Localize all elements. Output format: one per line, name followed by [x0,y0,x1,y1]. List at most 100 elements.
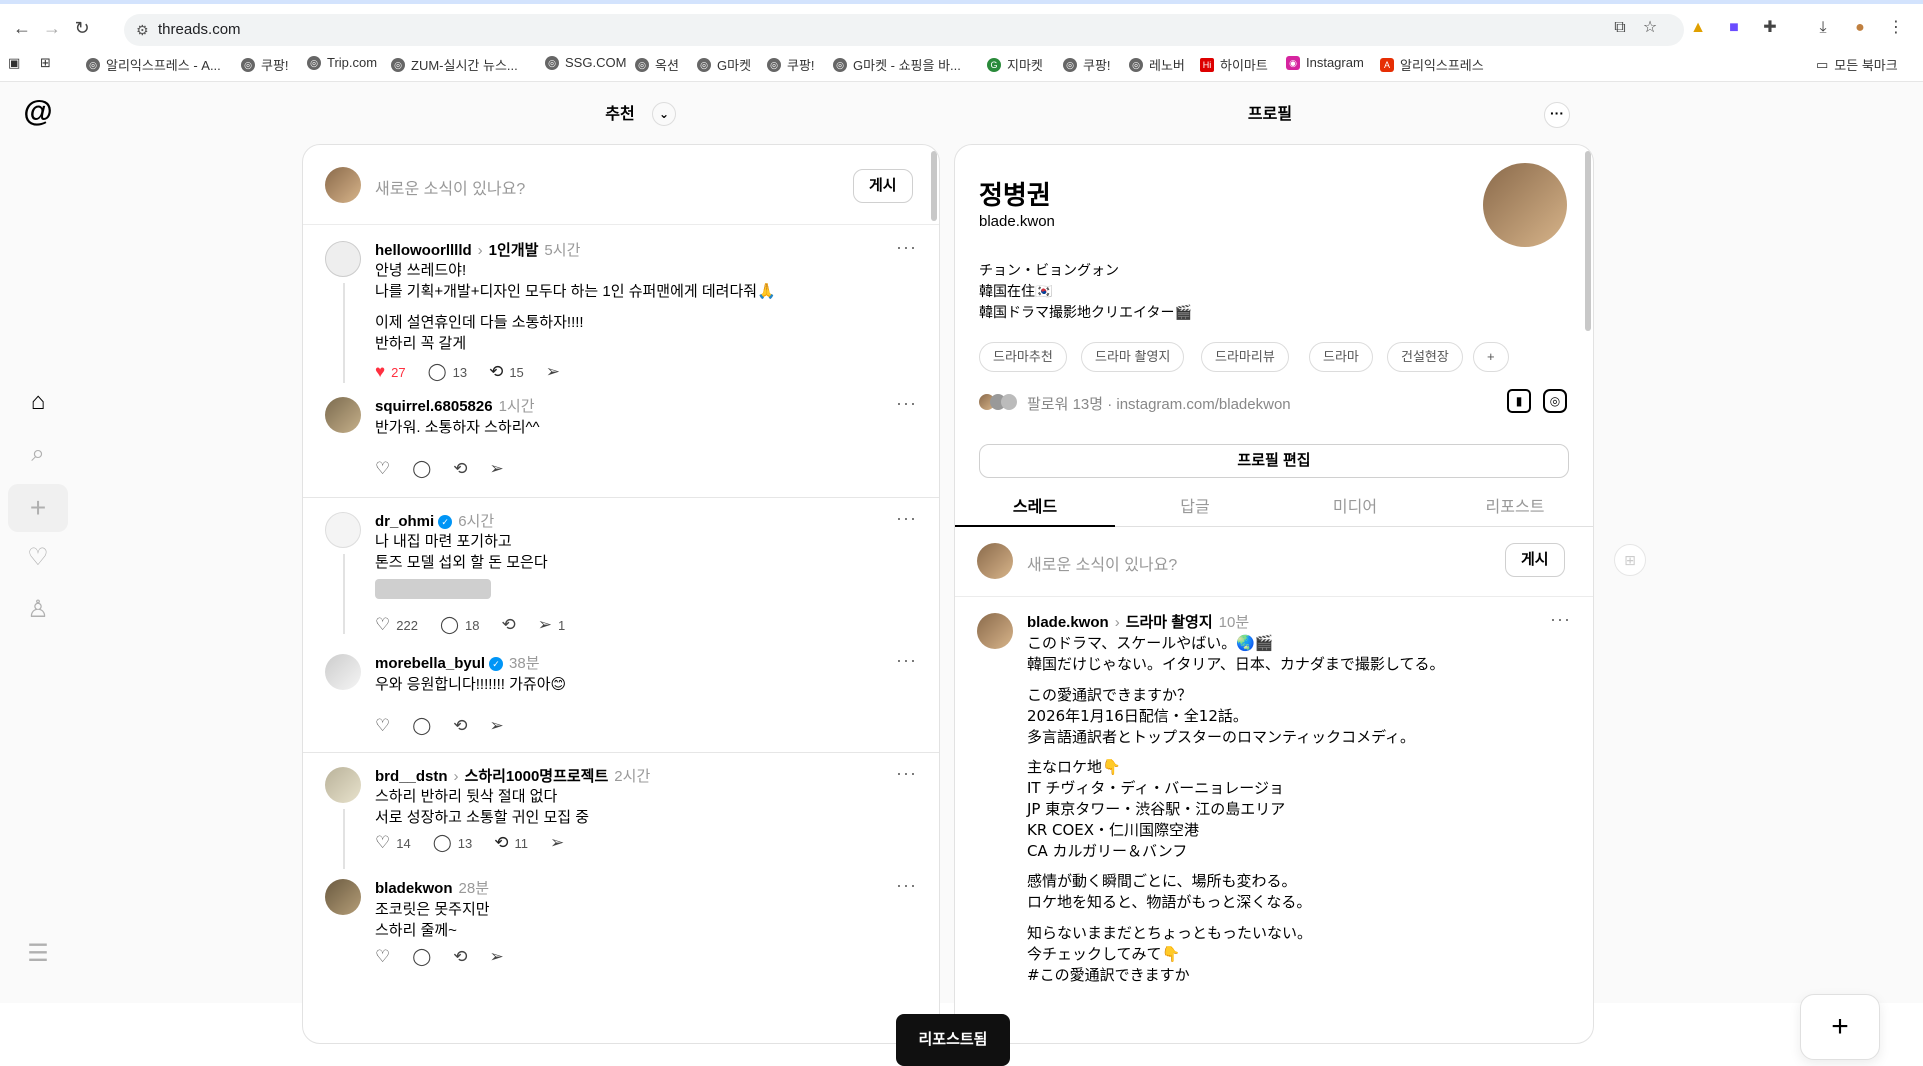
composer-placeholder[interactable]: 새로운 소식이 있나요? [375,175,525,199]
instagram-icon[interactable]: ◎ [1543,389,1567,413]
bookmark-item[interactable]: ◎ G마켓 [697,55,751,74]
share-button[interactable]: ➢ [490,716,504,736]
edit-profile-button[interactable]: 프로필 편집 [979,444,1569,478]
composer-placeholder[interactable]: 새로운 소식이 있나요? [1027,551,1177,575]
install-app-icon[interactable]: ⧉ [1610,18,1630,38]
topic-tag[interactable]: 스하리1000명프로젝트 [465,768,609,785]
like-button[interactable]: ♡ [375,459,390,479]
bookmark-item[interactable]: ◎ G마켓 - 쇼핑을 바... [833,55,961,74]
profile-tag[interactable]: 드라마추천 [979,342,1067,372]
repost-button[interactable]: ⟲ [453,947,467,967]
username[interactable]: blade.kwon [1027,614,1109,631]
heart-icon[interactable]: ♡ [22,542,54,574]
bookmark-item[interactable]: G 지마켓 [987,55,1043,74]
comment-button[interactable]: ◯ [412,716,431,736]
comment-button[interactable]: ◯ [412,947,431,967]
feed-dropdown-icon[interactable]: ⌄ [652,102,676,126]
avatar[interactable] [325,767,361,803]
menu-icon[interactable]: ☰ [22,938,54,970]
profile-tag[interactable]: 건설현장 [1387,342,1463,372]
avatar[interactable] [325,654,361,690]
comment-button[interactable]: ◯ 18 [440,615,480,635]
post-more-icon[interactable]: ··· [896,237,917,258]
bookmark-item[interactable]: ◎ 레노버 [1129,55,1185,74]
comment-button[interactable]: ◯ 13 [433,833,473,853]
post-button[interactable]: 게시 [853,169,913,203]
post-more-icon[interactable]: ··· [896,393,917,414]
comment-button[interactable]: ◯ 13 [428,362,468,382]
tab-reposts[interactable]: 리포스트 [1435,493,1593,517]
profile-composer[interactable]: 새로운 소식이 있나요? 게시 [955,527,1593,597]
like-button[interactable]: ♡ [375,716,390,736]
share-button[interactable]: ➢ 1 [538,615,565,635]
avatar[interactable] [977,613,1013,649]
username[interactable]: squirrel.6805826 [375,398,493,415]
share-button[interactable]: ➢ [490,459,504,479]
tab-replies[interactable]: 답글 [1115,493,1275,517]
apps-grid-icon[interactable]: ⊞ [40,55,51,71]
site-info-icon[interactable]: ⚙ [136,22,149,39]
bookmark-item[interactable]: ◎ Trip.com [307,55,377,70]
tab-media[interactable]: 미디어 [1275,493,1435,517]
avatar[interactable] [325,241,361,277]
repost-button[interactable]: ⟲ [501,615,515,635]
username[interactable]: brd__dstn [375,768,448,785]
bookmark-item[interactable]: ◉ Instagram [1286,55,1364,70]
username[interactable]: hellowoorlllld [375,242,472,259]
comment-button[interactable]: ◯ [412,459,431,479]
bookmark-item[interactable]: ◎ 쿠팡! [767,55,815,74]
bookmark-item[interactable]: ◎ ZUM-실시간 뉴스... [391,55,518,74]
new-post-fab[interactable]: + [1800,994,1880,1060]
forward-icon[interactable]: → [42,18,62,38]
post-more-icon[interactable]: ··· [896,508,917,529]
profile-more-icon[interactable]: ··· [1544,102,1570,128]
bookmark-item[interactable]: ◎ SSG.COM [545,55,626,70]
username[interactable]: morebella_byul [375,655,485,672]
download-icon[interactable]: ⤓ [1813,18,1833,38]
tab-search-icon[interactable]: ▣ [8,55,20,71]
like-button[interactable]: ♥ 27 [375,362,406,382]
repost-button[interactable]: ⟲ [453,716,467,736]
home-icon[interactable]: ⌂ [22,386,54,418]
profile-avatar[interactable] [1483,163,1567,247]
profile-tag[interactable]: 드라마리뷰 [1201,342,1289,372]
insights-icon[interactable]: ▮ [1507,389,1531,413]
repost-button[interactable]: ⟲ [453,459,467,479]
avatar[interactable] [325,879,361,915]
search-icon[interactable]: ⌕ [22,438,54,470]
all-bookmarks[interactable]: ▭ 모든 북마크 [1816,55,1898,74]
profile-scrollbar[interactable] [1585,151,1591,331]
post-more-icon[interactable]: ··· [896,875,917,896]
reload-icon[interactable]: ↻ [72,18,92,38]
create-icon[interactable]: + [8,484,68,532]
like-button[interactable]: ♡ [375,947,390,967]
repost-button[interactable]: ⟲ 11 [494,833,528,853]
avatar[interactable] [325,512,361,548]
back-icon[interactable]: ← [12,18,32,38]
profile-tag[interactable]: 드라마 [1309,342,1373,372]
share-button[interactable]: ➢ [546,362,560,382]
profile-icon[interactable]: ♙ [22,594,54,626]
repost-button[interactable]: ⟲ 15 [489,362,524,382]
bookmark-item[interactable]: ◎ 쿠팡! [241,55,289,74]
topic-tag[interactable]: 1인개발 [489,242,539,259]
like-button[interactable]: ♡ 222 [375,615,418,635]
post-button[interactable]: 게시 [1505,543,1565,577]
username[interactable]: bladekwon [375,880,453,897]
add-tag-button[interactable]: + [1473,342,1509,372]
add-column-icon[interactable]: ⊞ [1614,544,1646,576]
bookmark-item[interactable]: ◎ 옥션 [635,55,679,74]
profile-tag[interactable]: 드라마 촬영지 [1081,342,1185,372]
like-button[interactable]: ♡ 14 [375,833,411,853]
avatar[interactable] [325,397,361,433]
topic-tag[interactable]: 드라마 촬영지 [1126,614,1213,631]
bookmark-item[interactable]: Hi 하이마트 [1200,55,1268,74]
username[interactable]: dr_ohmi [375,513,434,530]
bookmark-star-icon[interactable]: ☆ [1640,18,1660,38]
bookmark-item[interactable]: ◎ 알리익스프레스 - A... [86,55,221,74]
followers-link[interactable]: 팔로워 13명 · instagram.com/bladekwon [1027,393,1291,414]
post-more-icon[interactable]: ··· [896,650,917,671]
post-more-icon[interactable]: ··· [896,763,917,784]
extensions-puzzle-icon[interactable]: ✚ [1760,18,1780,38]
drive-extension-icon[interactable]: ▲ [1688,18,1708,38]
